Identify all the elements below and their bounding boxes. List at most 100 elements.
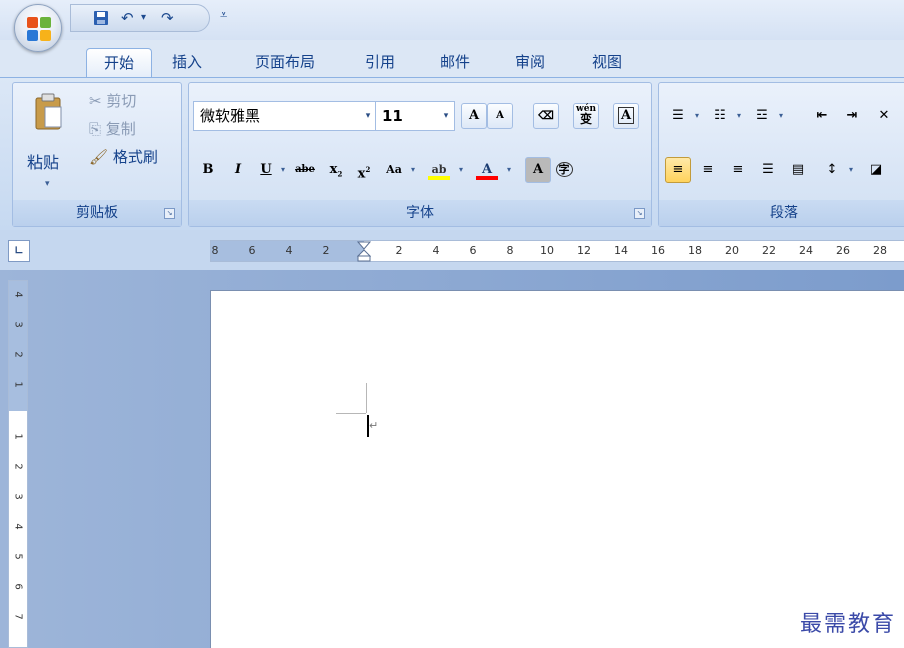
ruler-tick-label: 14 (614, 244, 628, 257)
tab-mailings[interactable]: 邮件 (430, 48, 480, 78)
align-center-icon: ≡ (702, 162, 714, 177)
font-name-combo[interactable]: 微软雅黑 ▾ (193, 101, 377, 131)
copy-icon: ⎘ (89, 120, 102, 138)
chevron-down-icon[interactable]: ▾ (438, 102, 454, 130)
multilevel-list-icon: ☲ (756, 108, 768, 123)
ruler-tick-label: 8 (506, 244, 514, 257)
vertical-ruler-tick-label: 1 (12, 381, 24, 388)
bullets-button[interactable]: ☰ (665, 103, 691, 129)
chinese-layout-icon: ✕ (878, 108, 890, 123)
tab-page-layout[interactable]: 页面布局 (240, 48, 330, 78)
paragraph-group-label: 段落 (659, 200, 904, 226)
customize-qat-icon[interactable]: ⩡ (220, 8, 227, 23)
copy-label: 复制 (105, 120, 136, 138)
line-spacing-dropdown-icon[interactable]: ▾ (845, 157, 857, 183)
font-color-button[interactable]: A (471, 157, 503, 183)
vertical-ruler-top-margin (9, 281, 27, 411)
change-case-dropdown-icon[interactable]: ▾ (407, 157, 419, 183)
italic-button[interactable]: I (225, 157, 251, 183)
document-page[interactable]: ↵ 最需教育 (210, 290, 904, 648)
character-border-icon: A (617, 107, 635, 124)
font-dialog-launcher-icon[interactable]: ↘ (634, 208, 645, 219)
copy-button[interactable]: ⎘ 复制 (89, 117, 136, 141)
chevron-down-icon[interactable]: ▾ (360, 102, 376, 130)
ruler-tick-label: 10 (540, 244, 554, 257)
justify-button[interactable]: ☰ (755, 157, 781, 183)
shrink-font-button[interactable]: A (487, 103, 513, 129)
align-left-button[interactable]: ≡ (665, 157, 691, 183)
tab-review[interactable]: 审阅 (505, 48, 555, 78)
office-logo-icon (27, 17, 51, 41)
distributed-icon: ▤ (791, 162, 805, 177)
indent-marker-icon[interactable] (357, 241, 371, 262)
chinese-layout-button[interactable]: ✕ (871, 103, 897, 129)
align-right-button[interactable]: ≡ (725, 157, 751, 183)
font-color-dropdown-icon[interactable]: ▾ (503, 157, 515, 183)
paste-icon (35, 93, 62, 130)
numbering-button[interactable]: ☷ (707, 103, 733, 129)
strikethrough-button[interactable]: abe (289, 157, 321, 183)
superscript-button[interactable]: x2 (351, 157, 377, 183)
paste-button[interactable]: 粘贴 ▾ (19, 89, 79, 199)
enclose-characters-button[interactable]: 字 (551, 157, 577, 183)
font-name-value: 微软雅黑 (200, 107, 261, 125)
save-icon[interactable] (93, 10, 109, 26)
tab-selector-button[interactable]: ∟ (8, 240, 30, 262)
scissors-icon: ✂ (89, 92, 102, 110)
numbering-dropdown-icon[interactable]: ▾ (733, 103, 745, 129)
phonetic-guide-button[interactable]: wén 变 (573, 103, 599, 129)
format-painter-button[interactable]: 🖌 格式刷 (89, 145, 158, 169)
highlighter-icon: ab (431, 163, 447, 176)
format-painter-label: 格式刷 (112, 148, 158, 166)
tab-insert[interactable]: 插入 (162, 48, 212, 78)
increase-indent-icon: ⇥ (846, 108, 858, 123)
subscript-button[interactable]: x2 (323, 157, 349, 183)
undo-icon[interactable]: ↶ (121, 8, 134, 28)
font-size-combo[interactable]: 11 ▾ (375, 101, 455, 131)
grow-font-button[interactable]: A (461, 103, 487, 129)
highlight-dropdown-icon[interactable]: ▾ (455, 157, 467, 183)
underline-dropdown-icon[interactable]: ▾ (277, 157, 289, 183)
vertical-ruler-tick-label: 6 (12, 583, 24, 590)
change-case-button[interactable]: Aa (381, 157, 407, 183)
office-button[interactable] (14, 4, 62, 52)
cut-button[interactable]: ✂ 剪切 (89, 89, 136, 113)
highlight-button[interactable]: ab (423, 157, 455, 183)
multilevel-list-button[interactable]: ☲ (749, 103, 775, 129)
decrease-indent-button[interactable]: ⇤ (809, 103, 835, 129)
character-shading-button[interactable]: A (525, 157, 551, 183)
increase-indent-button[interactable]: ⇥ (839, 103, 865, 129)
italic-icon: I (234, 162, 242, 177)
distributed-button[interactable]: ▤ (785, 157, 811, 183)
ruler-tick-label: 6 (469, 244, 477, 257)
paste-dropdown-icon[interactable]: ▾ (45, 179, 50, 189)
ruler-tick-label: 18 (688, 244, 702, 257)
ruler-tick-label: 2 (322, 244, 330, 257)
vertical-ruler-tick-label: 2 (12, 463, 24, 470)
multilevel-list-dropdown-icon[interactable]: ▾ (775, 103, 787, 129)
decrease-indent-icon: ⇤ (816, 108, 828, 123)
line-spacing-button[interactable]: ↕ (819, 157, 845, 183)
underline-button[interactable]: U (253, 157, 279, 183)
shading-button[interactable]: ◪ (863, 157, 889, 183)
align-center-button[interactable]: ≡ (695, 157, 721, 183)
tab-home[interactable]: 开始 (86, 48, 152, 78)
bullets-dropdown-icon[interactable]: ▾ (691, 103, 703, 129)
tab-view[interactable]: 视图 (582, 48, 632, 78)
undo-dropdown-icon[interactable]: ▾ (141, 8, 146, 28)
bold-button[interactable]: B (195, 157, 221, 183)
enclose-characters-icon: 字 (555, 162, 573, 177)
vertical-ruler[interactable]: 4 3 2 1 1 2 3 4 5 6 7 (8, 280, 28, 648)
tab-references[interactable]: 引用 (355, 48, 405, 78)
clear-formatting-button[interactable]: ⌫ (533, 103, 559, 129)
align-right-icon: ≡ (732, 162, 744, 177)
horizontal-ruler[interactable]: 8 6 4 2 2 4 6 8 10 12 14 16 18 20 22 24 26 28 (210, 240, 904, 262)
clipboard-dialog-launcher-icon[interactable]: ↘ (164, 208, 175, 219)
redo-icon[interactable]: ↷ (161, 8, 174, 28)
paint-bucket-icon: ◪ (869, 162, 883, 177)
vertical-ruler-tick-label: 3 (12, 493, 24, 500)
clipboard-group-label: 剪贴板 (13, 200, 181, 226)
font-color-bar (476, 176, 498, 180)
character-border-button[interactable]: A (613, 103, 639, 129)
vertical-ruler-tick-label: 4 (12, 523, 24, 530)
